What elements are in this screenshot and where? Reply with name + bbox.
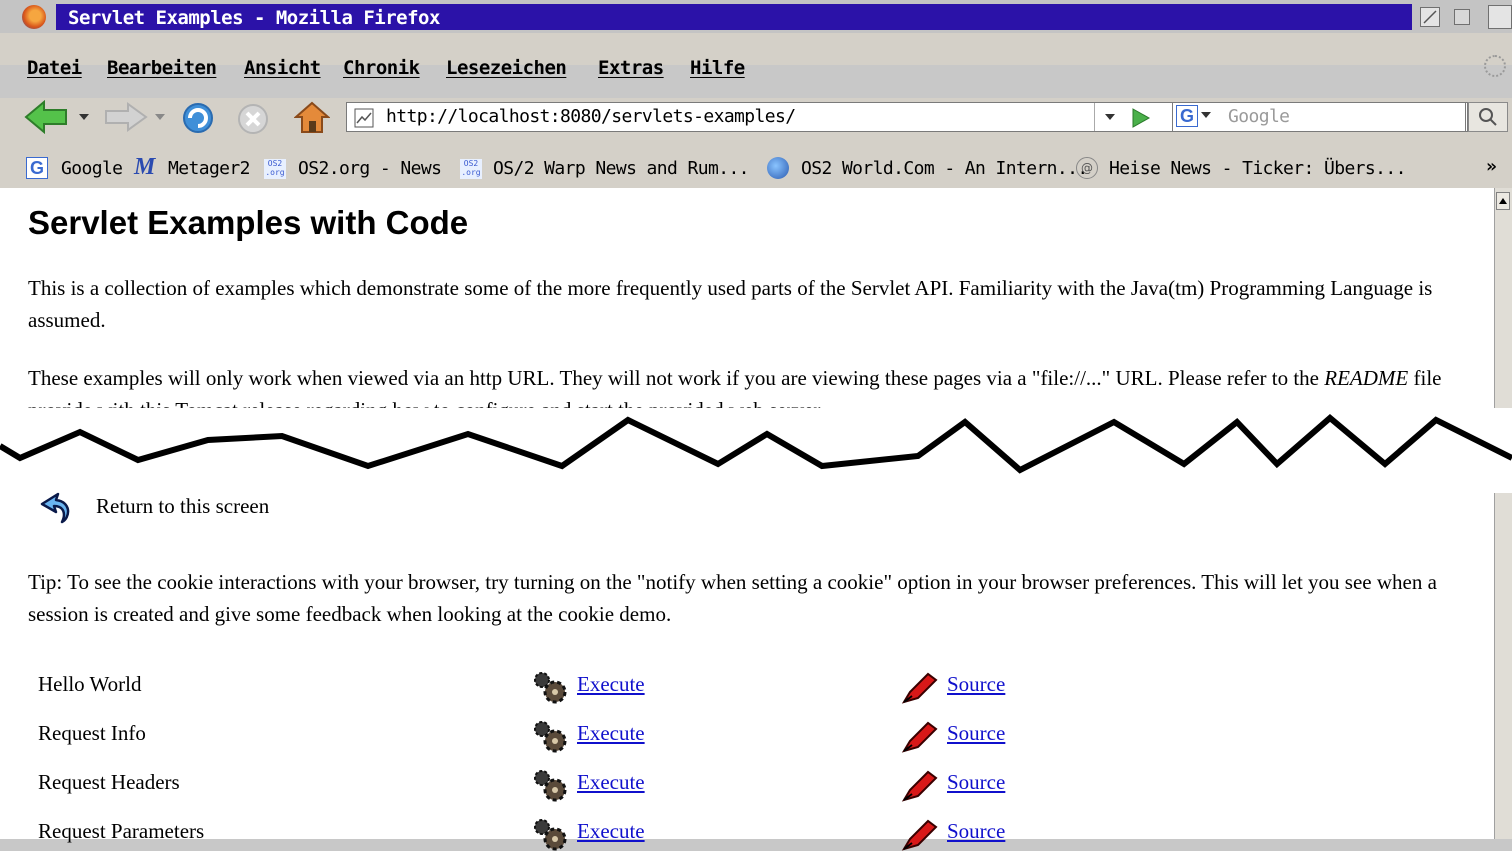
throbber-icon: [1484, 55, 1506, 77]
firefox-logo-icon: [22, 5, 46, 29]
example-name: Request Parameters: [38, 819, 205, 843]
back-arrow-icon[interactable]: [24, 100, 70, 134]
torn-page-cut: [0, 408, 1512, 493]
menu-datei[interactable]: Datei: [27, 57, 82, 79]
execute-link[interactable]: Execute: [577, 672, 645, 697]
heise-bookmark-icon: @: [1076, 157, 1098, 179]
url-note-text: These examples will only work when viewe…: [28, 366, 1325, 390]
forward-arrow-icon[interactable]: [104, 102, 148, 132]
scroll-up-arrow-icon: [1499, 198, 1507, 204]
url-dropdown-icon: [1105, 114, 1115, 120]
close-button[interactable]: [1488, 5, 1512, 29]
bookmarks-overflow-chevron[interactable]: »: [1486, 156, 1497, 177]
magnifier-icon: [1479, 108, 1497, 126]
menu-extras[interactable]: Extras: [598, 57, 664, 79]
menu-chronik[interactable]: Chronik: [343, 57, 420, 79]
execute-link[interactable]: Execute: [577, 819, 645, 844]
example-name: Request Headers: [38, 770, 180, 794]
menu-bearbeiten[interactable]: Bearbeiten: [107, 57, 217, 79]
bookmark-metager2[interactable]: Metager2: [168, 158, 251, 179]
bookmark-google[interactable]: Google: [61, 158, 123, 179]
source-pen-icon: [901, 770, 938, 802]
bookmark-os2-world[interactable]: OS2 World.Com - An Intern...: [801, 158, 1088, 179]
back-dropdown-icon[interactable]: [78, 112, 90, 122]
scroll-up-button[interactable]: [1496, 192, 1510, 210]
example-name: Request Info: [38, 721, 146, 745]
maximize-button[interactable]: [1454, 9, 1470, 25]
execute-link[interactable]: Execute: [577, 721, 645, 746]
search-engine-google-icon[interactable]: G: [1176, 105, 1198, 127]
os2warp-bookmark-icon: OS2 .org: [460, 159, 482, 179]
execute-gears-icon: [534, 819, 567, 851]
intro-paragraph: This is a collection of examples which d…: [28, 276, 1433, 332]
source-pen-icon: [901, 672, 938, 704]
home-icon[interactable]: [294, 100, 330, 134]
return-arrow-icon[interactable]: [36, 490, 78, 528]
example-name: Hello World: [38, 672, 142, 696]
metager-bookmark-icon: M: [134, 154, 156, 180]
source-link[interactable]: Source: [947, 770, 1005, 795]
search-button[interactable]: [1468, 102, 1508, 132]
page-title: Servlet Examples with Code: [28, 204, 469, 241]
return-to-screen-text: Return to this screen: [96, 494, 270, 518]
minimize-button[interactable]: [1420, 7, 1440, 27]
readme-reference: README: [1324, 366, 1409, 390]
os2org-bookmark-icon: OS2 .org: [264, 159, 286, 179]
menu-bar: [0, 33, 1512, 65]
reload-icon[interactable]: [180, 100, 216, 136]
tip-paragraph: Tip: To see the cookie interactions with…: [28, 570, 1437, 626]
go-button-icon[interactable]: [1128, 106, 1152, 130]
minimize-icon: [1423, 10, 1437, 24]
page-favicon-icon: [354, 108, 374, 128]
bookmark-os2org-news[interactable]: OS2.org - News: [298, 158, 442, 179]
source-link[interactable]: Source: [947, 672, 1005, 697]
window-title: Servlet Examples - Mozilla Firefox: [68, 7, 440, 29]
execute-link[interactable]: Execute: [577, 770, 645, 795]
source-link[interactable]: Source: [947, 819, 1005, 844]
execute-gears-icon: [534, 721, 567, 753]
search-placeholder: Google: [1228, 106, 1290, 127]
source-link[interactable]: Source: [947, 721, 1005, 746]
menu-lesezeichen[interactable]: Lesezeichen: [446, 57, 567, 79]
url-text[interactable]: http://localhost:8080/servlets-examples/: [386, 106, 796, 127]
menu-hilfe[interactable]: Hilfe: [690, 57, 745, 79]
url-history-dropdown[interactable]: [1094, 103, 1125, 131]
source-pen-icon: [901, 819, 938, 851]
vertical-scrollbar[interactable]: [1494, 188, 1512, 839]
search-input[interactable]: [1172, 102, 1466, 132]
bookmark-heise-news[interactable]: Heise News - Ticker: Übers...: [1109, 158, 1406, 179]
globe-bookmark-icon: [767, 157, 789, 179]
forward-dropdown-icon[interactable]: [154, 112, 166, 122]
execute-gears-icon: [534, 770, 567, 802]
stop-icon[interactable]: [236, 102, 270, 136]
google-bookmark-icon: G: [26, 157, 48, 179]
url-note-paragraph: These examples will only work when viewe…: [28, 362, 1468, 408]
source-pen-icon: [901, 721, 938, 753]
bookmark-os2-warp-news[interactable]: OS/2 Warp News and Rum...: [493, 158, 750, 179]
menu-ansicht[interactable]: Ansicht: [244, 57, 321, 79]
execute-gears-icon: [534, 672, 567, 704]
examples-table: Hello World Request Info Request Headers…: [0, 660, 1494, 851]
search-engine-dropdown-icon[interactable]: [1200, 110, 1212, 120]
